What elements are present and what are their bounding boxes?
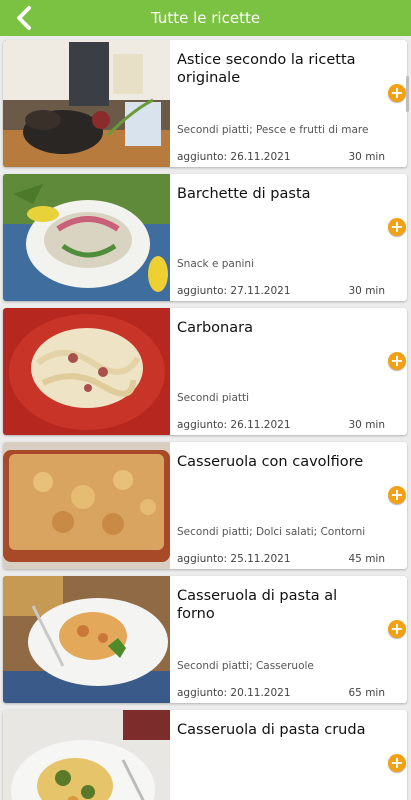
recipe-card[interactable]: Astice secondo la ricetta originale + Se… [3,40,407,167]
recipe-added-date: aggiunto: 20.11.2021 [177,687,291,699]
recipe-card[interactable]: Barchette di pasta + Snack e panini aggi… [3,174,407,301]
add-icon[interactable]: + [388,218,406,236]
recipe-time: 45 min [348,553,386,565]
recipe-time: 30 min [348,151,386,163]
page-title: Tutte le ricette [150,9,261,27]
recipe-title: Barchette di pasta [177,186,311,202]
add-icon[interactable]: + [388,620,406,638]
recipe-title: Casseruola di pasta cruda [177,722,366,738]
recipe-image [3,40,170,167]
recipe-added-date: aggiunto: 26.11.2021 [177,419,291,431]
add-icon[interactable]: + [388,84,406,102]
recipe-list: Astice secondo la ricetta originale + Se… [0,36,411,800]
recipe-title: Carbonara [177,320,253,336]
recipe-title: Astice secondo la ricetta originale [177,52,356,86]
recipe-card[interactable]: Casseruola di pasta al forno + Secondi p… [3,576,407,703]
recipe-category: Snack e panini [177,258,254,270]
recipe-category: Secondi piatti [177,392,250,404]
add-icon[interactable]: + [388,754,406,772]
recipe-image [3,442,170,569]
recipe-time: 30 min [348,419,386,431]
recipe-card[interactable]: Carbonara + Secondi piatti aggiunto: 26.… [3,308,407,435]
recipe-card[interactable]: Casseruola con cavolfiore + Secondi piat… [3,442,407,569]
scrollbar[interactable] [406,76,409,112]
recipe-image [3,308,170,435]
add-icon[interactable]: + [388,352,406,370]
recipe-card[interactable]: Casseruola di pasta cruda + [3,710,407,800]
recipe-image [3,576,170,703]
recipe-added-date: aggiunto: 26.11.2021 [177,151,291,163]
recipe-category: Secondi piatti; Dolci salati; Contorni [177,526,366,538]
add-icon[interactable]: + [388,486,406,504]
recipe-time: 65 min [348,687,386,699]
recipe-time: 30 min [348,285,386,297]
recipe-title: Casseruola di pasta al forno [177,588,338,622]
app-bar: Tutte le ricette [0,0,411,36]
recipe-added-date: aggiunto: 25.11.2021 [177,553,291,565]
recipe-title: Casseruola con cavolfiore [177,454,364,470]
recipe-category: Secondi piatti; Casseruole [177,660,314,672]
recipe-image [3,174,170,301]
recipe-category: Secondi piatti; Pesce e frutti di mare [177,124,369,136]
recipe-added-date: aggiunto: 27.11.2021 [177,285,291,297]
recipe-image [3,710,170,800]
